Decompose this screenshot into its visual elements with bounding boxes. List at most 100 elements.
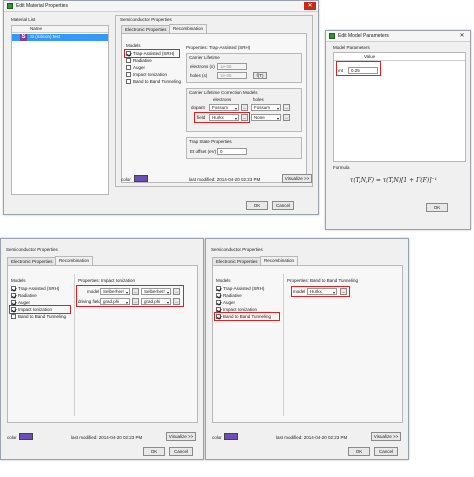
model-auger-checkbox[interactable]: Auger [216, 300, 235, 306]
model-radiative-checkbox[interactable]: Radiative [11, 293, 37, 299]
checkbox-icon [11, 293, 16, 299]
ok-button[interactable]: OK [143, 447, 165, 456]
dopant-electrons-select[interactable]: Fossum ▾ [209, 104, 239, 111]
checkbox-icon [126, 79, 131, 85]
visualize-button[interactable]: Visualize >> [371, 432, 401, 441]
highlight-btbt-props [291, 286, 350, 297]
model-label: Auger [133, 65, 146, 70]
field-holes-select[interactable]: None ▾ [251, 114, 281, 121]
semiconductor-properties-label: Semiconductor Properties [211, 247, 263, 252]
semiconductor-properties-label: Semiconductor Properties [120, 17, 172, 22]
tab-electronic-properties[interactable]: Electronic Properties [121, 25, 171, 33]
offset-label: Et offset (eV) [190, 149, 217, 154]
offset-input[interactable]: 0 [217, 148, 247, 155]
checkbox-icon [216, 293, 221, 299]
title-bar: Edit Model Parameters ✕ [326, 31, 470, 42]
title-bar [1, 239, 203, 240]
f-of-t-button[interactable]: f(T) [253, 72, 267, 79]
dopant-electrons-more-button[interactable]: ... [241, 104, 248, 111]
tab-electronic-properties[interactable]: Electronic Properties [7, 257, 57, 265]
model-label: Radiative [223, 293, 242, 298]
checkbox-icon [126, 58, 131, 64]
electrons-label: electrons (s) [190, 64, 215, 69]
correction-models-group: Carrier Lifetime Correction Models elect… [186, 88, 302, 132]
carrier-lifetime-group: Carrier Lifetime electrons (s) 1e-06 hol… [186, 53, 302, 83]
field-holes-value: None [254, 115, 265, 120]
tree-header: Name [12, 26, 108, 33]
ok-button[interactable]: OK [426, 203, 448, 212]
window-title: Edit Model Parameters [338, 33, 389, 39]
formula-label: Formula [333, 165, 350, 170]
close-icon[interactable]: ✕ [456, 32, 468, 40]
checkbox-icon [216, 300, 221, 306]
column-holes: holes [253, 97, 264, 102]
dopant-electrons-value: Fossum [212, 105, 229, 110]
model-label: Auger [223, 300, 236, 305]
model-btbt-checkbox[interactable]: Band to Band Tunneling [126, 79, 181, 85]
value-column-header: Value [364, 54, 376, 59]
dopant-holes-select[interactable]: Fossum ▾ [251, 104, 281, 111]
model-radiative-checkbox[interactable]: Radiative [126, 58, 152, 64]
model-srh-checkbox[interactable]: Trap-Assisted (SRH) [11, 286, 59, 292]
last-modified: last modified: 2014-04-20 02:23 PM [276, 435, 348, 440]
model-srh-checkbox[interactable]: Trap-Assisted (SRH) [216, 286, 264, 292]
model-btbt-checkbox[interactable]: Band to Band Tunneling [11, 314, 66, 320]
checkbox-icon [126, 65, 131, 71]
formula-text: τ(T,N,F) = τ(T,N)[1 + Γ(F)]⁻¹ [350, 177, 438, 184]
app-icon [329, 33, 335, 39]
highlight-impact-props [76, 285, 184, 307]
checkbox-icon [216, 286, 221, 292]
cancel-button[interactable]: Cancel [272, 201, 294, 210]
close-icon[interactable]: ✕ [304, 2, 316, 10]
color-label: color [121, 177, 131, 182]
title-bar: Edit Material Properties ✕ [4, 1, 318, 12]
vertical-divider [74, 274, 75, 416]
checkbox-icon [126, 72, 131, 78]
dopant-holes-more-button[interactable]: ... [283, 104, 290, 111]
tab-recombination[interactable]: Recombination [55, 256, 94, 265]
semiconductor-window-impact: Semiconductor Properties Electronic Prop… [0, 238, 204, 460]
dopant-holes-value: Fossum [254, 105, 271, 110]
model-label: Impact Ionization [133, 72, 168, 77]
holes-label: holes (s) [190, 73, 208, 78]
model-label: Radiative [18, 293, 37, 298]
highlight-field [194, 112, 250, 123]
semiconductor-window-btbt: Semiconductor Properties Electronic Prop… [205, 238, 409, 460]
highlight-srh [124, 49, 180, 58]
color-swatch[interactable] [224, 433, 238, 440]
model-label: Band to Band Tunneling [133, 79, 182, 84]
model-label: Trap-Assisted (SRH) [18, 286, 60, 291]
edit-material-window: Edit Material Properties ✕ Material List… [3, 0, 319, 215]
properties-title: Properties: Impact Ionization [78, 278, 136, 283]
carrier-lifetime-label: Carrier Lifetime [189, 55, 220, 60]
semiconductor-properties-group: Semiconductor Properties Electronic Prop… [115, 15, 313, 187]
model-auger-checkbox[interactable]: Auger [126, 65, 145, 71]
highlight-btbt [214, 312, 280, 321]
trap-state-group: Trap State Properties Et offset (eV) 0 [186, 137, 302, 159]
color-swatch[interactable] [19, 433, 33, 440]
models-label: Models [126, 43, 141, 48]
ok-button[interactable]: OK [348, 447, 370, 456]
electrons-input[interactable]: 1e-06 [217, 63, 247, 70]
field-holes-more-button[interactable]: ... [283, 114, 290, 121]
visualize-button[interactable]: Visualize >> [166, 432, 196, 441]
tab-recombination[interactable]: Recombination [260, 256, 299, 265]
color-swatch[interactable] [134, 175, 148, 182]
ok-button[interactable]: OK [246, 201, 268, 210]
column-electrons: electrons [213, 97, 232, 102]
correction-models-label: Carrier Lifetime Correction Models [189, 90, 258, 95]
properties-title: Properties: Band to Band Tunneling [287, 278, 359, 283]
parameters-table: Value mt 0.25 [333, 52, 466, 162]
highlight-impact [9, 305, 71, 314]
material-tree[interactable]: Name Si (Silicon) test S [11, 25, 109, 195]
cancel-button[interactable]: Cancel [169, 447, 193, 456]
holes-input[interactable]: 1e-06 [217, 72, 247, 79]
chevron-down-icon: ▾ [276, 106, 279, 111]
model-radiative-checkbox[interactable]: Radiative [216, 293, 242, 299]
model-impact-checkbox[interactable]: Impact Ionization [126, 72, 167, 78]
cancel-button[interactable]: Cancel [374, 447, 398, 456]
highlight-param [336, 61, 381, 76]
visualize-button[interactable]: Visualize >> [282, 174, 312, 183]
tab-electronic-properties[interactable]: Electronic Properties [212, 257, 262, 265]
tab-recombination[interactable]: Recombination [169, 24, 208, 33]
